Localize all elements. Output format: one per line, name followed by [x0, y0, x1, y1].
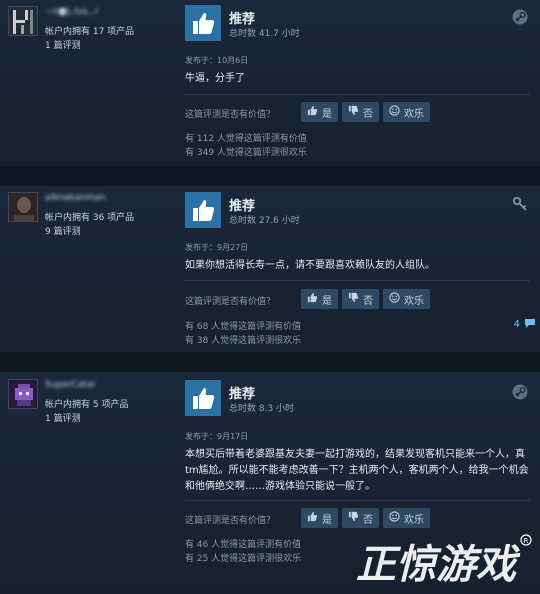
vote-yes-button[interactable]: 是: [301, 102, 338, 122]
review-divider: [0, 352, 540, 372]
review-divider: [0, 166, 540, 186]
review-card: ~n■L.tuL..r 帐户内拥有 17 项产品 1 篇评测 推荐 总时数 41…: [0, 0, 540, 166]
recommendation-title[interactable]: 推荐: [229, 8, 255, 27]
vote-funny-label: 欢乐: [404, 514, 424, 526]
review-count[interactable]: 1 篇评测: [45, 411, 81, 424]
comment-count: 4: [513, 319, 520, 330]
thumbs-down-icon: [348, 105, 359, 119]
vote-funny-button[interactable]: 欢乐: [383, 102, 430, 122]
helpful-count: 有 112 人觉得这篇评测有价值: [185, 134, 307, 144]
recommendation-title[interactable]: 推荐: [229, 383, 255, 402]
posted-date: 发布于：9月17日: [185, 432, 249, 441]
watermark-logo: 正惊游戏 R: [348, 530, 538, 590]
separator: [185, 94, 530, 95]
avatar[interactable]: [8, 192, 38, 222]
vote-funny-label: 欢乐: [404, 108, 424, 120]
playtime: 总时数 41.7 小时: [229, 29, 300, 39]
vote-funny-button[interactable]: 欢乐: [383, 289, 430, 309]
funny-count: 有 38 人觉得这篇评测很欢乐: [185, 336, 302, 346]
vote-yes-button[interactable]: 是: [301, 508, 338, 528]
thumbs-up-icon: [185, 380, 221, 416]
svg-text:R: R: [524, 537, 529, 545]
vote-yes-label: 是: [322, 295, 332, 307]
funny-count: 有 25 人觉得这篇评测很欢乐: [185, 554, 302, 564]
vote-no-label: 否: [363, 108, 373, 120]
helpful-count: 有 68 人觉得这篇评测有价值: [185, 322, 302, 332]
separator: [185, 500, 530, 501]
posted-date: 发布于：9月27日: [185, 243, 249, 252]
thumbs-down-icon: [348, 511, 359, 525]
thumbs-up-icon: [307, 292, 318, 306]
avatar[interactable]: [8, 379, 38, 409]
thumbs-up-icon: [185, 192, 221, 228]
username[interactable]: SuperCatal: [45, 380, 95, 390]
key-icon: [512, 196, 528, 212]
vote-yes-button[interactable]: 是: [301, 289, 338, 309]
vote-no-button[interactable]: 否: [342, 289, 379, 309]
vote-no-label: 否: [363, 514, 373, 526]
comments-link[interactable]: 4: [514, 317, 536, 332]
helpful-controls: 这篇评测是否有价值？ 是 否 欢乐: [185, 289, 530, 311]
vote-no-button[interactable]: 否: [342, 102, 379, 122]
vote-no-label: 否: [363, 295, 373, 307]
helpful-question: 这篇评测是否有价值？: [185, 297, 276, 307]
steam-icon: [512, 384, 528, 400]
posted-date: 发布于：10月6日: [185, 56, 249, 65]
smiley-icon: [389, 105, 400, 119]
thumbs-up-icon: [307, 105, 318, 119]
playtime: 总时数 8.3 小时: [229, 404, 295, 414]
review-text: 如果你想活得长寿一点，请不要跟喜欢赖队友的人组队。: [185, 260, 435, 271]
review-card: aiknakanman 帐户内拥有 36 项产品 9 篇评测 推荐 总时数 27…: [0, 186, 540, 352]
playtime: 总时数 27.6 小时: [229, 216, 300, 226]
thumbs-up-icon: [307, 511, 318, 525]
username[interactable]: aiknakanman: [45, 193, 106, 203]
owned-products[interactable]: 帐户内拥有 36 项产品: [45, 210, 134, 223]
vote-no-button[interactable]: 否: [342, 508, 379, 528]
review-count[interactable]: 1 篇评测: [45, 38, 81, 51]
review-count[interactable]: 9 篇评测: [45, 224, 81, 237]
owned-products[interactable]: 帐户内拥有 5 项产品: [45, 397, 128, 410]
comment-icon: [524, 317, 536, 332]
separator: [185, 280, 530, 281]
helpful-count: 有 46 人觉得这篇评测有价值: [185, 540, 302, 550]
smiley-icon: [389, 292, 400, 306]
owned-products[interactable]: 帐户内拥有 17 项产品: [45, 24, 134, 37]
vote-funny-button[interactable]: 欢乐: [383, 508, 430, 528]
review-text: 本想买后带着老婆跟基友夫妻一起打游戏的，结果发现客机只能来一个人，真tm尴尬。所…: [185, 449, 529, 492]
vote-yes-label: 是: [322, 108, 332, 120]
vote-yes-label: 是: [322, 514, 332, 526]
watermark-text: 正惊游戏: [356, 542, 521, 588]
vote-funny-label: 欢乐: [404, 295, 424, 307]
helpful-question: 这篇评测是否有价值？: [185, 110, 276, 120]
thumbs-down-icon: [348, 292, 359, 306]
funny-count: 有 349 人觉得这篇评测很欢乐: [185, 148, 307, 158]
helpful-question: 这篇评测是否有价值？: [185, 516, 276, 526]
recommendation-title[interactable]: 推荐: [229, 195, 255, 214]
avatar[interactable]: [8, 6, 38, 36]
helpful-controls: 这篇评测是否有价值？ 是 否 欢乐: [185, 508, 530, 530]
thumbs-up-icon: [185, 5, 221, 41]
smiley-icon: [389, 511, 400, 525]
helpful-controls: 这篇评测是否有价值？ 是 否 欢乐: [185, 102, 530, 124]
review-text: 牛逼，分手了: [185, 73, 245, 84]
steam-icon: [512, 9, 528, 25]
username[interactable]: ~n■L.tuL..r: [45, 7, 98, 17]
